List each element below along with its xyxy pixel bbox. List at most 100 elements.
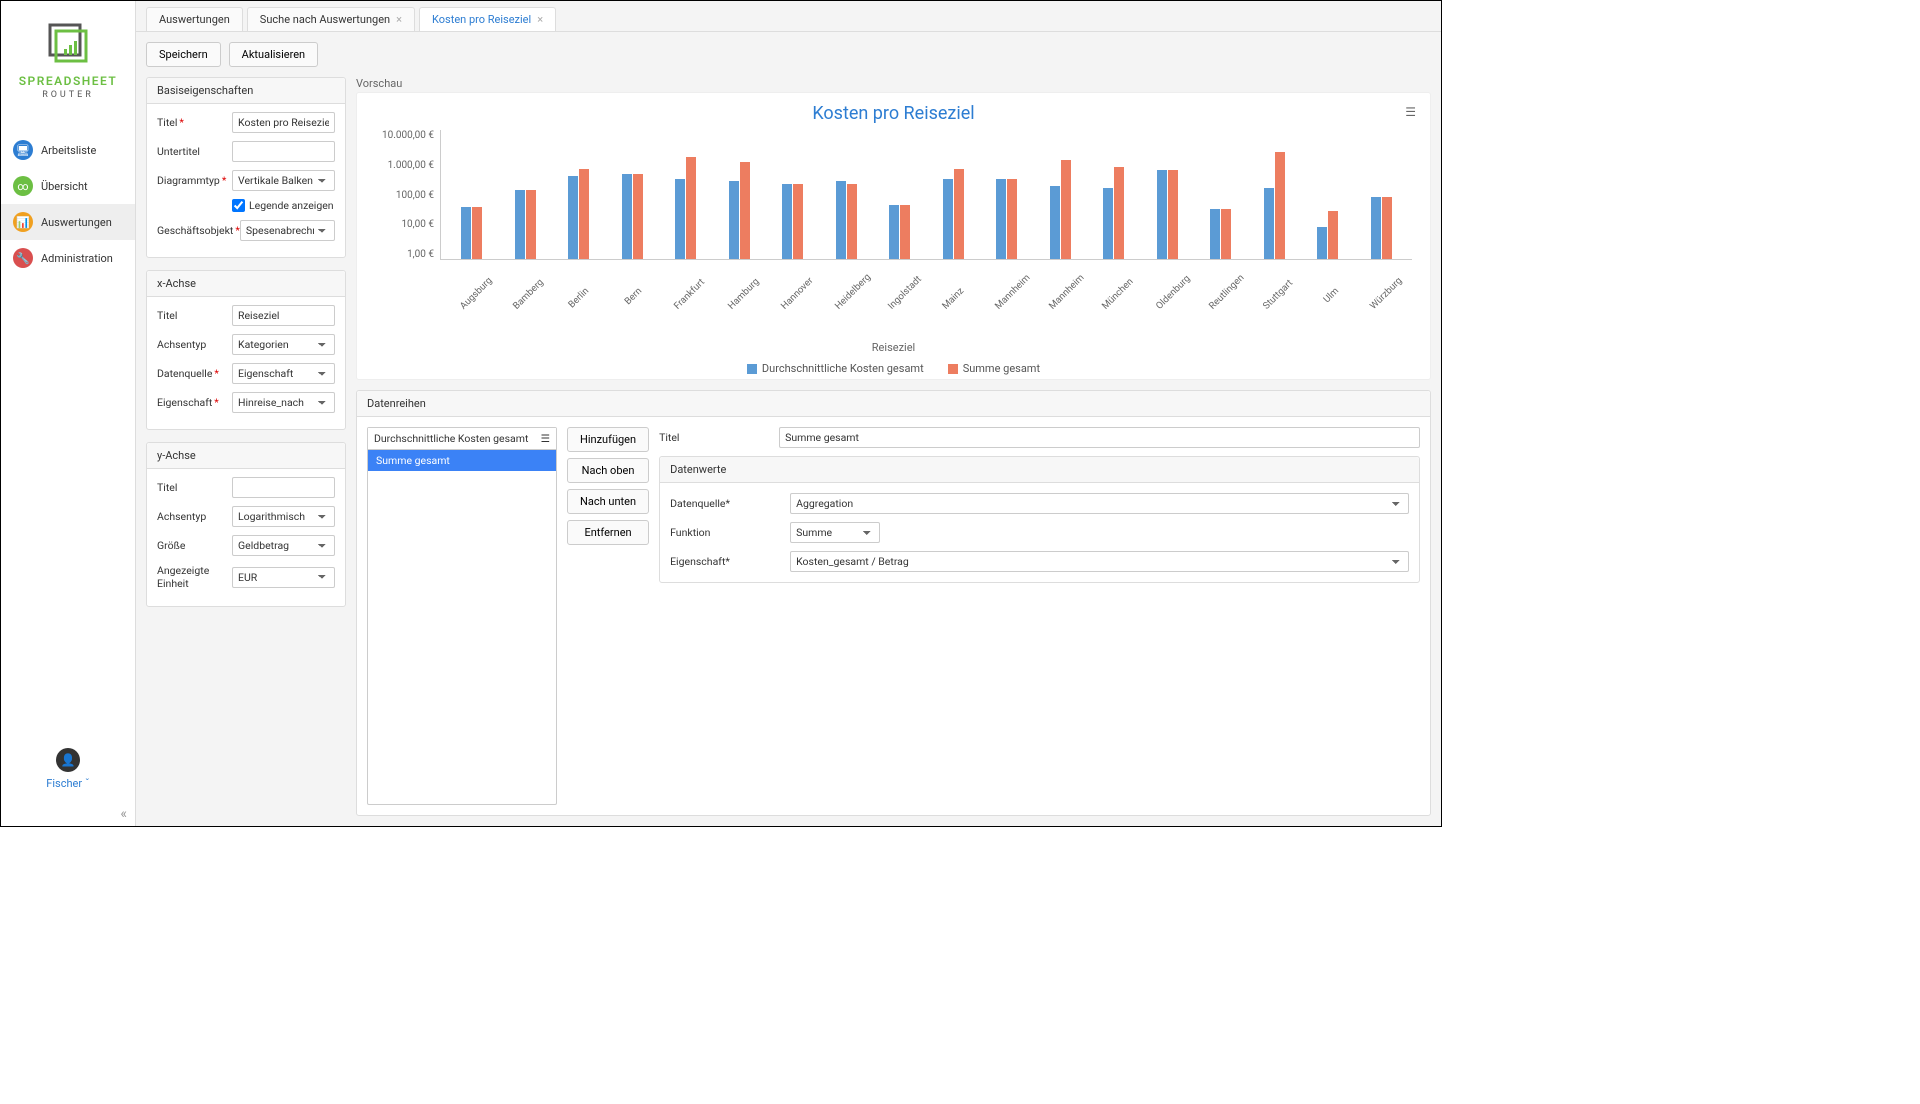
chart-panel: Kosten pro Reiseziel ☰ 10.000,00 € 1.000… (356, 92, 1431, 380)
nav-uebersicht[interactable]: ∞Übersicht (1, 168, 135, 204)
checkbox-legend[interactable] (232, 199, 245, 212)
series-item[interactable]: Summe gesamt (368, 450, 556, 471)
label-x-type: Achsentyp (157, 338, 232, 351)
bar (996, 179, 1006, 260)
y-tick: 10,00 € (375, 219, 434, 230)
label-ds-prop: Eigenschaft* (670, 555, 780, 568)
label-subtitle: Untertitel (157, 145, 232, 158)
label-y-title: Titel (157, 481, 232, 494)
wrench-icon: 🔧 (13, 248, 33, 268)
chart-plot (440, 130, 1412, 260)
select-x-source[interactable]: Eigenschaft (232, 363, 335, 384)
bar (1328, 211, 1338, 259)
bar (568, 176, 578, 259)
chevron-down-icon: ˇ (85, 777, 90, 790)
collapse-sidebar-button[interactable]: « (1, 802, 135, 826)
bar (782, 184, 792, 259)
bar (847, 184, 857, 259)
move-down-button[interactable]: Nach unten (567, 489, 649, 514)
panel-header: Datenreihen (357, 391, 1430, 417)
bar-group (1157, 170, 1178, 259)
y-axis: 10.000,00 € 1.000,00 € 100,00 € 10,00 € … (375, 130, 440, 260)
bar (675, 179, 685, 260)
tab-suche[interactable]: Suche nach Auswertungen× (247, 7, 415, 31)
panel-header: Basiseigenschaften (147, 78, 345, 104)
tab-label: Auswertungen (159, 13, 230, 26)
nav-auswertungen[interactable]: 📊Auswertungen (1, 204, 135, 240)
add-series-button[interactable]: Hinzufügen (567, 427, 649, 452)
swatch-icon (747, 364, 757, 374)
swatch-icon (948, 364, 958, 374)
bar-group (1050, 160, 1071, 259)
move-up-button[interactable]: Nach oben (567, 458, 649, 483)
y-tick: 1,00 € (375, 249, 434, 260)
series-list-header[interactable]: Durchschnittliche Kosten gesamt☰ (368, 428, 556, 450)
label-ds-source: Datenquelle* (670, 497, 780, 510)
bar-group (1210, 209, 1231, 259)
close-icon[interactable]: × (396, 13, 402, 26)
bar (954, 169, 964, 259)
select-y-size[interactable]: Geldbetrag (232, 535, 335, 556)
refresh-button[interactable]: Aktualisieren (229, 42, 318, 67)
bar (1210, 209, 1220, 259)
label-x-source: Datenquelle* (157, 367, 232, 380)
select-bizobj[interactable]: Spesenabrechnung (240, 220, 335, 241)
bar-group (1317, 211, 1338, 259)
user-name: Fischer (46, 777, 82, 790)
select-x-prop[interactable]: Hinreise_nach (232, 392, 335, 413)
bar-group (836, 181, 857, 259)
select-charttype[interactable]: Vertikale Balken (232, 170, 335, 191)
bar (461, 207, 471, 259)
bar (1382, 197, 1392, 259)
chart-menu-icon[interactable]: ☰ (1405, 105, 1416, 119)
label-charttype: Diagrammtyp* (157, 174, 232, 187)
bar (1221, 209, 1231, 259)
chart-legend: Durchschnittliche Kosten gesamt Summe ge… (375, 362, 1412, 375)
main: Auswertungen Suche nach Auswertungen× Ko… (136, 1, 1441, 826)
bar (1103, 188, 1113, 259)
link-icon: ∞ (13, 176, 33, 196)
bar-group (889, 205, 910, 259)
panel-x-axis: x-Achse Titel AchsentypKategorien Datenq… (146, 270, 346, 430)
subpanel-datavalues: Datenwerte Datenquelle*Aggregation Funkt… (659, 456, 1420, 583)
close-icon[interactable]: × (537, 13, 543, 26)
user-block[interactable]: 👤 Fischer ˇ (1, 736, 135, 802)
remove-series-button[interactable]: Entfernen (567, 520, 649, 545)
save-button[interactable]: Speichern (146, 42, 221, 67)
nav-label: Arbeitsliste (41, 144, 96, 157)
bar (793, 184, 803, 259)
bar (1317, 227, 1327, 260)
select-y-type[interactable]: Logarithmisch (232, 506, 335, 527)
input-title[interactable] (232, 112, 335, 133)
tab-auswertungen[interactable]: Auswertungen (146, 7, 243, 31)
bar-group (1264, 152, 1285, 259)
tab-kosten[interactable]: Kosten pro Reiseziel× (419, 7, 556, 31)
select-x-type[interactable]: Kategorien (232, 334, 335, 355)
bar (472, 207, 482, 259)
bar-group (515, 190, 536, 259)
panel-header: x-Achse (147, 271, 345, 297)
nav-administration[interactable]: 🔧Administration (1, 240, 135, 276)
input-x-title[interactable] (232, 305, 335, 326)
brand-sub: ROUTER (11, 90, 125, 100)
legend-label: Summe gesamt (963, 362, 1040, 375)
select-ds-source[interactable]: Aggregation (790, 493, 1409, 514)
y-tick: 100,00 € (375, 190, 434, 201)
bar (1114, 167, 1124, 259)
legend-item: Summe gesamt (948, 362, 1040, 375)
select-y-unit[interactable]: EUR (232, 567, 335, 588)
select-ds-func[interactable]: Summe (790, 522, 880, 543)
brand-main: SPREADSHEET (11, 74, 125, 88)
bar (729, 181, 739, 259)
bar (526, 190, 536, 259)
input-series-title[interactable] (779, 427, 1420, 448)
nav-arbeitsliste[interactable]: 🖥Arbeitsliste (1, 132, 135, 168)
input-subtitle[interactable] (232, 141, 335, 162)
bar (900, 205, 910, 259)
input-y-title[interactable] (232, 477, 335, 498)
menu-icon[interactable]: ☰ (541, 432, 550, 445)
select-ds-prop[interactable]: Kosten_gesamt / Betrag (790, 551, 1409, 572)
label-x-prop: Eigenschaft* (157, 396, 232, 409)
subpanel-header: Datenwerte (660, 457, 1419, 483)
x-axis-title: Reiseziel (375, 341, 1412, 354)
